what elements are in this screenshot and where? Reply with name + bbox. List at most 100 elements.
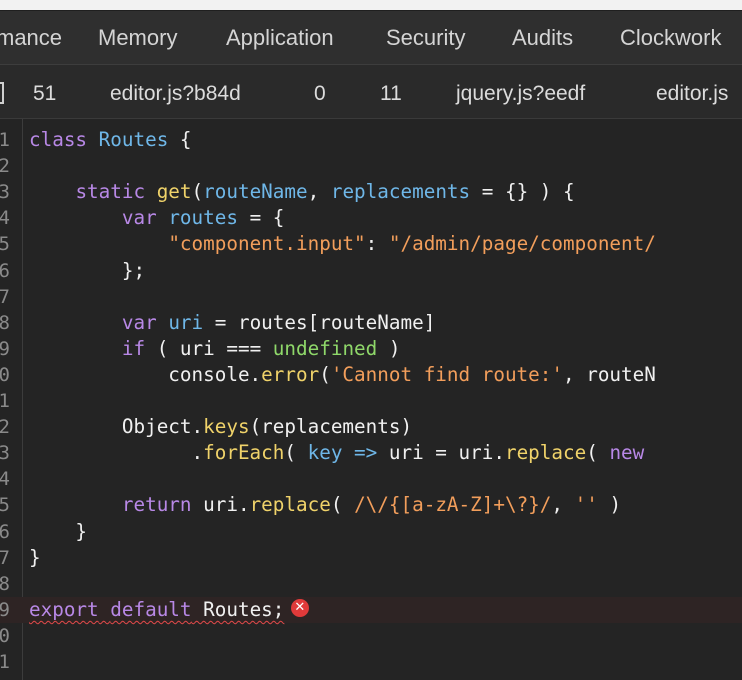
line-number[interactable]: 6 bbox=[0, 258, 10, 284]
code-token: = routes[routeName] bbox=[203, 310, 436, 334]
line-number[interactable]: 9 bbox=[0, 597, 10, 623]
error-marker[interactable]: ✕ bbox=[285, 597, 309, 623]
code-line[interactable]: 9 if ( uri === undefined ) bbox=[0, 336, 742, 362]
code-line[interactable]: 9 export default Routes; ✕ bbox=[0, 596, 742, 623]
line-number[interactable]: 5 bbox=[0, 231, 10, 257]
code-token: 'Cannot find route:' bbox=[330, 362, 563, 386]
line-number[interactable]: 4 bbox=[0, 466, 10, 492]
code-token: return bbox=[121, 493, 192, 517]
line-number[interactable]: 2 bbox=[0, 414, 10, 440]
code-line[interactable]: 0 bbox=[0, 623, 742, 649]
file-tab-jquery-js[interactable]: jquery.js?eedf bbox=[456, 81, 585, 107]
line-number[interactable]: 8 bbox=[0, 310, 10, 336]
code-token: , bbox=[307, 180, 331, 204]
line-number[interactable]: 9 bbox=[0, 336, 10, 362]
code-text: }; bbox=[29, 258, 145, 284]
code-token: forEach bbox=[203, 441, 285, 465]
code-line[interactable]: 8 bbox=[0, 571, 742, 597]
code-token: : bbox=[365, 232, 389, 256]
tab-clockwork[interactable]: Clockwork bbox=[620, 25, 721, 51]
tab-security[interactable]: Security bbox=[386, 25, 465, 51]
code-token: (replacements) bbox=[249, 415, 413, 439]
code-token: static bbox=[75, 180, 146, 204]
code-token: console. bbox=[29, 362, 262, 386]
code-line[interactable]: 7 bbox=[0, 284, 742, 310]
line-number[interactable]: 6 bbox=[0, 519, 10, 545]
tab-audits[interactable]: Audits bbox=[512, 25, 573, 51]
code-token: => bbox=[354, 441, 378, 465]
file-bar-count: 11 bbox=[380, 82, 402, 105]
line-number[interactable]: 2 bbox=[0, 153, 10, 179]
code-token: undefined bbox=[272, 336, 378, 360]
line-number[interactable]: 4 bbox=[0, 205, 10, 231]
code-line[interactable]: 6 } bbox=[0, 519, 742, 545]
code-line[interactable]: 2 bbox=[0, 153, 742, 179]
code-line[interactable]: 7} bbox=[0, 545, 742, 571]
line-number[interactable]: 3 bbox=[0, 179, 10, 205]
line-number[interactable]: 0 bbox=[0, 623, 10, 649]
tab-memory[interactable]: Memory bbox=[98, 25, 177, 51]
error-icon[interactable]: ✕ bbox=[290, 599, 309, 618]
line-number[interactable]: 2 bbox=[0, 675, 10, 680]
code-line[interactable]: 4 var routes = { bbox=[0, 205, 742, 231]
line-number[interactable]: 8 bbox=[0, 571, 10, 597]
code-token: error bbox=[261, 362, 320, 386]
code-token: var bbox=[121, 206, 157, 230]
line-number[interactable]: 7 bbox=[0, 545, 10, 571]
code-text: "component.input": "/admin/page/componen… bbox=[29, 231, 656, 257]
code-token: , routeN bbox=[563, 362, 656, 386]
code-token: "component.input" bbox=[168, 232, 366, 256]
line-number[interactable]: 1 bbox=[0, 649, 10, 675]
code-token: replace bbox=[249, 493, 331, 517]
line-number[interactable]: 1 bbox=[0, 388, 10, 414]
source-file-bar: 51 editor.js?b84d 0 11 jquery.js?eedf ed… bbox=[0, 65, 742, 119]
code-token: uri. bbox=[191, 493, 250, 517]
code-line[interactable]: 2 Object.keys(replacements) bbox=[0, 414, 742, 440]
code-token: } bbox=[29, 519, 88, 543]
code-line[interactable]: 4 bbox=[0, 466, 742, 492]
code-token: } bbox=[29, 545, 41, 569]
code-token: replace bbox=[504, 441, 587, 465]
file-tab-editor-js-b84d[interactable]: editor.js?b84d bbox=[110, 81, 241, 107]
code-text: console.error('Cannot find route:', rout… bbox=[29, 362, 656, 388]
tab-performance[interactable]: mance bbox=[0, 25, 62, 51]
code-token: uri bbox=[168, 310, 204, 334]
code-token: ) bbox=[597, 493, 622, 517]
code-token: uri = uri. bbox=[377, 441, 505, 465]
code-line[interactable]: 2 bbox=[0, 675, 742, 680]
code-token: /\/{[a-zA-Z]+\?}/ bbox=[354, 493, 552, 517]
sidebar-toggle-icon[interactable] bbox=[0, 82, 4, 104]
tab-application[interactable]: Application bbox=[226, 25, 334, 51]
code-token: { bbox=[168, 128, 192, 151]
code-line[interactable]: 1 class Routes { bbox=[0, 127, 742, 153]
code-token: new bbox=[609, 441, 645, 465]
line-number[interactable]: 7 bbox=[0, 284, 10, 310]
code-line[interactable]: 1 bbox=[0, 649, 742, 675]
code-token: default bbox=[110, 597, 192, 621]
line-number[interactable]: 0 bbox=[0, 362, 10, 388]
code-token: routeName bbox=[203, 180, 308, 204]
code-text: .forEach( key => uri = uri.replace( new bbox=[29, 440, 645, 466]
code-line[interactable]: 6 }; bbox=[0, 258, 742, 284]
code-token: , bbox=[551, 493, 575, 517]
devtools-panel-tabs: mance Memory Application Security Audits… bbox=[0, 11, 742, 65]
code-token: = { bbox=[237, 206, 285, 230]
code-editor[interactable]: 1 class Routes {2 3 static get(routeName, … bbox=[0, 119, 742, 680]
line-number[interactable]: 1 bbox=[0, 127, 10, 153]
code-line[interactable]: 5 return uri.replace( /\/{[a-zA-Z]+\?}/,… bbox=[0, 492, 742, 518]
code-line[interactable]: 3 static get(routeName, replacements = {… bbox=[0, 179, 742, 205]
code-line[interactable]: 1 bbox=[0, 388, 742, 414]
file-tab-editor-js[interactable]: editor.js bbox=[656, 81, 728, 107]
line-number[interactable]: 5 bbox=[0, 492, 10, 518]
code-line[interactable]: 3 .forEach( key => uri = uri.replace( ne… bbox=[0, 440, 742, 466]
line-number[interactable]: 3 bbox=[0, 440, 10, 466]
code-line[interactable]: 8 var uri = routes[routeName] bbox=[0, 310, 742, 336]
code-text: var uri = routes[routeName] bbox=[29, 310, 435, 336]
code-token: ) bbox=[377, 336, 401, 360]
code-line[interactable]: 5 "component.input": "/admin/page/compon… bbox=[0, 231, 742, 257]
code-line[interactable]: 0 console.error('Cannot find route:', ro… bbox=[0, 362, 742, 388]
code-text: return uri.replace( /\/{[a-zA-Z]+\?}/, '… bbox=[29, 492, 621, 518]
code-token: ( bbox=[284, 441, 308, 465]
